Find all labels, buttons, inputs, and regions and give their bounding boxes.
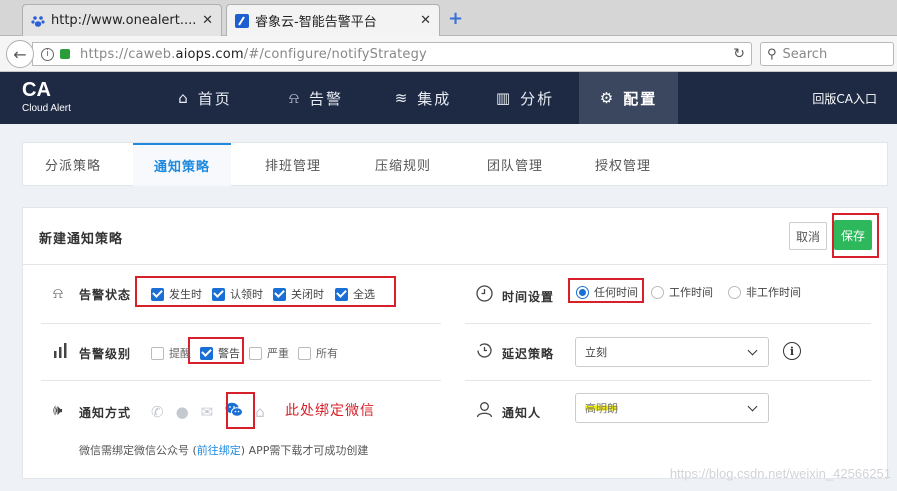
info-icon[interactable]: i [783, 342, 801, 360]
bar-chart-icon: ▥ [495, 89, 513, 107]
alert-state-label: 告警状态 [79, 288, 132, 302]
divider [23, 264, 887, 265]
new-strategy-card: 新建通知策略 取消 保存 ⍾ 告警状态 发生时 认领时 关闭时 全选 告警级别 … [22, 207, 888, 479]
speaker-icon: 🕪 [53, 401, 63, 419]
card-title: 新建通知策略 [39, 232, 124, 247]
tab-schedule[interactable]: 排班管理 [243, 143, 343, 186]
history-clock-icon [476, 342, 493, 363]
notify-person-label: 通知人 [502, 406, 542, 420]
tab-title: http://www.onealert.... [51, 13, 197, 28]
url-text: https://caweb.aiops.com/#/configure/noti… [80, 46, 427, 62]
old-version-link[interactable]: 回版CA入口 [812, 90, 877, 107]
reload-icon[interactable]: ↻ [733, 46, 745, 62]
radio-work-time[interactable]: 工作时间 [651, 284, 713, 300]
tab-authorization[interactable]: 授权管理 [571, 143, 675, 186]
close-icon[interactable]: ✕ [202, 13, 213, 28]
search-icon: ⚲ [767, 46, 777, 62]
alert-level-label: 告警级别 [79, 347, 132, 361]
cancel-button[interactable]: 取消 [789, 222, 827, 250]
search-placeholder: Search [782, 46, 828, 62]
nav-alerts[interactable]: ⍾ 告警 [266, 72, 366, 124]
user-icon [476, 401, 493, 422]
alarm-light-icon: ⍾ [289, 89, 301, 107]
browser-tab-ca[interactable]: 睿象云-智能告警平台 ✕ [226, 4, 440, 36]
annotation-text: 此处绑定微信 [285, 403, 375, 419]
logo[interactable]: CA Cloud Alert [22, 80, 71, 114]
checkbox-remind[interactable]: 提醒 [151, 345, 191, 361]
checkbox-all[interactable]: 所有 [298, 345, 338, 361]
chevron-down-icon [747, 401, 758, 412]
delay-strategy-label: 延迟策略 [502, 347, 555, 361]
lock-icon [60, 49, 70, 59]
app-icon[interactable]: ⌂ [255, 403, 265, 421]
nav-integration[interactable]: ≋ 集成 [374, 72, 472, 124]
tab-compress-rules[interactable]: 压缩规则 [351, 143, 455, 186]
checkbox-on-close[interactable]: 关闭时 [273, 286, 324, 302]
highlight-box [832, 213, 879, 258]
checkbox-critical[interactable]: 严重 [249, 345, 289, 361]
new-tab-icon[interactable]: + [448, 8, 463, 29]
tab-title: 睿象云-智能告警平台 [255, 15, 377, 30]
sms-bubble-icon[interactable]: ● [176, 403, 189, 421]
ca-favicon-icon [235, 13, 249, 28]
url-bar[interactable]: i https://caweb.aiops.com/#/configure/no… [32, 42, 752, 66]
radio-any-time[interactable]: 任何时间 [576, 284, 638, 300]
notify-person-select[interactable]: 高明朗 [575, 393, 769, 423]
checkbox-on-ack[interactable]: 认领时 [212, 286, 263, 302]
radio-non-work-time[interactable]: 非工作时间 [728, 284, 801, 300]
search-input[interactable]: ⚲ Search [760, 42, 894, 66]
notify-method-label: 通知方式 [79, 406, 132, 420]
checkbox-warning[interactable]: 警告 [200, 345, 240, 361]
gears-icon: ⚙ [599, 89, 616, 107]
tab-team[interactable]: 团队管理 [463, 143, 567, 186]
divider [41, 323, 441, 324]
alarm-light-icon: ⍾ [53, 284, 63, 302]
tab-notify-strategy[interactable]: 通知策略 [133, 143, 231, 186]
divider [465, 323, 871, 324]
clock-icon [476, 285, 493, 306]
close-icon[interactable]: ✕ [420, 13, 431, 28]
bind-link[interactable]: 前往绑定 [197, 444, 241, 457]
chevron-down-icon [747, 345, 758, 356]
selected-person: 高明朗 [585, 400, 618, 416]
browser-tab-onealert[interactable]: http://www.onealert.... ✕ [22, 4, 222, 36]
highlight-box [226, 392, 255, 429]
phone-icon[interactable]: ✆ [151, 403, 164, 421]
nav-home[interactable]: ⌂ 首页 [160, 72, 250, 124]
email-icon[interactable]: ✉ [201, 403, 214, 421]
app-header: CA Cloud Alert ⌂ 首页 ⍾ 告警 ≋ 集成 ▥ 分析 ⚙ 配置 回版CA入… [0, 72, 897, 124]
checkbox-select-all[interactable]: 全选 [335, 286, 375, 302]
tab-dispatch-strategy[interactable]: 分派策略 [23, 143, 123, 186]
delay-select[interactable]: 立刻 [575, 337, 769, 367]
divider [41, 380, 441, 381]
nav-analysis[interactable]: ▥ 分析 [480, 72, 570, 124]
notify-method-icons: ✆ ● ✉ ⌂ [151, 402, 277, 422]
sub-tab-bar: 分派策略 通知策略 排班管理 压缩规则 团队管理 授权管理 [22, 142, 888, 186]
checkbox-on-occur[interactable]: 发生时 [151, 286, 202, 302]
time-setting-label: 时间设置 [502, 290, 555, 304]
back-icon[interactable]: ← [6, 40, 34, 68]
signal-bars-icon [53, 342, 69, 362]
nav-config[interactable]: ⚙ 配置 [579, 72, 678, 124]
home-icon: ⌂ [178, 89, 190, 107]
baidu-paw-icon [31, 14, 45, 28]
info-icon[interactable]: i [41, 47, 54, 61]
layers-icon: ≋ [394, 89, 410, 107]
browser-tab-bar: http://www.onealert.... ✕ 睿象云-智能告警平台 ✕ + [0, 0, 897, 36]
browser-nav-bar: i https://caweb.aiops.com/#/configure/no… [0, 36, 897, 72]
watermark: https://blog.csdn.net/weixin_42566251 [669, 466, 891, 481]
divider [465, 380, 871, 381]
wechat-hint: 微信需绑定微信公众号 (前往绑定) APP需下载才可成功创建 [79, 444, 369, 457]
